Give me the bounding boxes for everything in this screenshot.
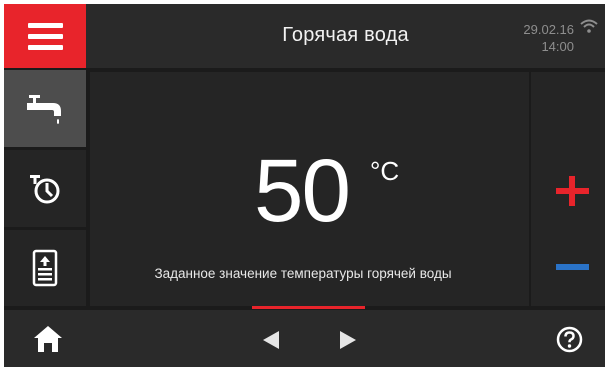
sidebar-item-timer[interactable] bbox=[4, 150, 86, 227]
adjust-panel bbox=[531, 72, 605, 306]
date: 29.02.16 bbox=[523, 22, 574, 37]
temperature-label: Заданное значение температуры горячей во… bbox=[154, 266, 452, 281]
wifi-icon bbox=[580, 19, 598, 33]
temperature-unit: °C bbox=[370, 156, 400, 186]
bottom-bar bbox=[4, 310, 605, 367]
home-icon[interactable] bbox=[33, 325, 63, 353]
temperature-value: 50 bbox=[254, 140, 351, 240]
menu-icon-bar bbox=[28, 45, 63, 50]
menu-button[interactable] bbox=[4, 4, 86, 68]
help-icon[interactable] bbox=[556, 326, 583, 353]
time: 14:00 bbox=[541, 39, 574, 54]
sidebar-item-hot-water[interactable] bbox=[4, 70, 86, 147]
water-tank-icon bbox=[32, 249, 58, 287]
faucet-icon bbox=[27, 94, 61, 124]
plus-icon-vertical bbox=[569, 176, 575, 206]
date-time: 29.02.16 14:00 bbox=[523, 21, 574, 55]
timer-icon bbox=[30, 174, 60, 203]
menu-icon bbox=[28, 23, 63, 28]
header-bar: Горячая вода 29.02.16 14:00 bbox=[86, 4, 605, 68]
active-indicator bbox=[252, 306, 365, 309]
right-arrow-icon[interactable] bbox=[340, 331, 356, 349]
sidebar-item-tank[interactable] bbox=[4, 230, 86, 306]
hot-water-screen: Горячая вода 29.02.16 14:00 50 °C Заданн… bbox=[4, 4, 605, 367]
increase-button[interactable] bbox=[556, 176, 589, 206]
left-arrow-icon[interactable] bbox=[263, 331, 279, 349]
decrease-button[interactable] bbox=[556, 264, 589, 270]
temperature-panel: 50 °C Заданное значение температуры горя… bbox=[90, 72, 529, 309]
menu-icon-bar bbox=[28, 34, 63, 39]
